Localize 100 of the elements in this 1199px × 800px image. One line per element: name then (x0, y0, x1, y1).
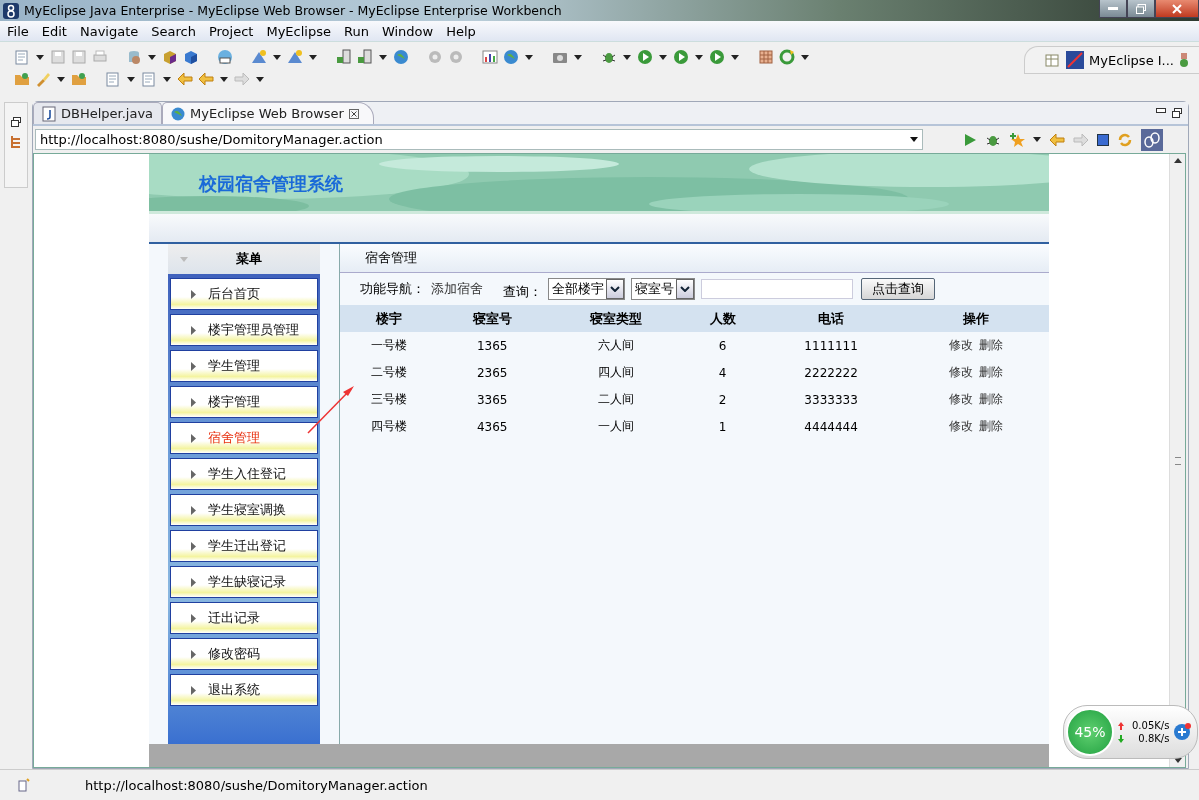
editor-tab[interactable]: MyEclipse Web Browser (162, 102, 374, 124)
menu-item[interactable]: Project (201, 23, 260, 39)
menu-item[interactable]: 退出系统 (170, 674, 318, 706)
caret-icon[interactable] (731, 54, 739, 60)
menu-item[interactable]: 迁出记录 (170, 602, 318, 634)
image-icon[interactable] (1066, 51, 1085, 69)
arrow-left-icon[interactable] (1049, 131, 1065, 148)
vertical-scrollbar[interactable] (1169, 154, 1185, 767)
caret-icon[interactable] (273, 54, 281, 60)
grid-icon[interactable] (758, 49, 774, 65)
menu-item[interactable]: 学生缺寝记录 (170, 566, 318, 598)
table-icon[interactable] (1045, 52, 1062, 68)
caret-icon[interactable] (309, 54, 317, 60)
server-icon[interactable] (336, 49, 352, 65)
arrow-up-icon[interactable] (1173, 158, 1182, 163)
menu-item[interactable]: Navigate (72, 23, 145, 39)
play-icon[interactable] (673, 49, 689, 65)
action-link[interactable]: 修改 (949, 337, 974, 354)
menu-item[interactable]: 学生迁出登记 (170, 530, 318, 562)
arrow-down-icon[interactable] (1173, 758, 1182, 763)
upload-speed: 0.05K/s (1132, 720, 1170, 731)
caret-icon[interactable] (379, 54, 387, 60)
triangle-icon[interactable] (251, 49, 267, 65)
restore-icon[interactable] (1172, 108, 1182, 118)
action-link[interactable]: 删除 (979, 418, 1004, 435)
menu-item[interactable]: MyEclipse (259, 23, 337, 39)
menu-item[interactable]: Run (336, 23, 375, 39)
brush-icon[interactable] (35, 71, 51, 87)
caret-icon[interactable] (574, 54, 582, 60)
folder-icon[interactable] (71, 71, 87, 87)
menu-item[interactable]: File (0, 23, 35, 39)
action-link[interactable]: 修改 (949, 418, 974, 435)
add-link[interactable]: 添加宿舍 (431, 280, 483, 298)
globe-icon[interactable] (503, 49, 519, 65)
caret-icon[interactable] (801, 54, 809, 60)
arrow-left-icon[interactable] (198, 71, 214, 87)
caret-icon[interactable] (659, 54, 667, 60)
search-button[interactable]: 点击查询 (861, 278, 935, 300)
minimize-icon[interactable] (1156, 108, 1166, 114)
play-icon[interactable] (963, 132, 977, 147)
action-link[interactable]: 修改 (949, 364, 974, 381)
refresh-icon[interactable] (779, 49, 795, 65)
action-link[interactable]: 删除 (979, 337, 1004, 354)
star-icon[interactable] (1009, 131, 1025, 148)
caret-icon[interactable] (525, 54, 533, 60)
action-link[interactable]: 删除 (979, 364, 1004, 381)
plus-icon[interactable] (1173, 723, 1192, 741)
menu-item[interactable]: 修改密码 (170, 638, 318, 670)
caret-icon[interactable] (163, 76, 171, 82)
caret-icon[interactable] (695, 54, 703, 60)
menu-item[interactable]: 后台首页 (170, 278, 318, 310)
close-icon[interactable] (348, 108, 359, 119)
menu-item[interactable]: 学生管理 (170, 350, 318, 382)
maximize-button[interactable] (1127, 0, 1155, 18)
editor-tab[interactable]: DBHelper.java (33, 102, 163, 124)
caret-icon[interactable] (910, 137, 918, 142)
table-cell: 一号楼 (371, 338, 408, 352)
close-button[interactable] (1155, 0, 1199, 18)
globe-icon[interactable] (217, 49, 233, 65)
menu-item[interactable]: Window (374, 23, 440, 39)
caret-icon[interactable] (623, 54, 631, 60)
caret-icon[interactable] (220, 76, 228, 82)
hierarchy-icon[interactable] (10, 135, 22, 149)
caret-icon[interactable] (256, 76, 264, 82)
play-icon[interactable] (637, 49, 653, 65)
menu-item[interactable]: Edit (34, 23, 73, 39)
menu-item[interactable]: Help (439, 23, 482, 39)
globe-icon[interactable] (393, 49, 409, 65)
search-field[interactable] (701, 279, 853, 299)
minimize-button[interactable] (1099, 0, 1127, 18)
server-icon[interactable] (357, 49, 373, 65)
action-link[interactable]: 修改 (949, 391, 974, 408)
caret-icon[interactable] (57, 76, 65, 82)
action-link[interactable]: 删除 (979, 391, 1004, 408)
menu-item[interactable]: 学生寝室调换 (170, 494, 318, 526)
cube-icon[interactable] (162, 49, 178, 65)
menu-item[interactable]: 宿舍管理 (170, 422, 318, 454)
building-select[interactable]: 全部楼宇 (548, 278, 625, 300)
folder-icon[interactable] (14, 71, 30, 87)
caret-icon[interactable] (127, 76, 135, 82)
caret-icon[interactable] (1033, 137, 1041, 142)
chain-icon[interactable] (1141, 128, 1163, 151)
caret-icon[interactable] (36, 54, 44, 60)
perspective-label[interactable]: MyEclipse I... (1089, 52, 1174, 68)
bug-icon[interactable] (1179, 52, 1189, 68)
restore-icon[interactable] (11, 117, 21, 127)
cube-icon[interactable] (183, 49, 199, 65)
menu-item[interactable]: Search (144, 23, 202, 39)
play-icon[interactable] (709, 49, 725, 65)
menu-item[interactable]: 学生入住登记 (170, 458, 318, 490)
field-select[interactable]: 寝室号 (631, 278, 695, 300)
arrow-left-icon[interactable] (177, 71, 193, 87)
triangle-icon[interactable] (287, 49, 303, 65)
database-icon[interactable] (126, 49, 142, 65)
stop-icon[interactable] (1097, 133, 1109, 146)
menu-item[interactable]: 楼宇管理员管理 (170, 314, 318, 346)
menu-item[interactable]: 楼宇管理 (170, 386, 318, 418)
chart-icon[interactable] (482, 49, 498, 65)
url-field[interactable]: http://localhost:8080/sushe/DomitoryManager.action (35, 129, 923, 150)
caret-icon[interactable] (148, 54, 156, 60)
